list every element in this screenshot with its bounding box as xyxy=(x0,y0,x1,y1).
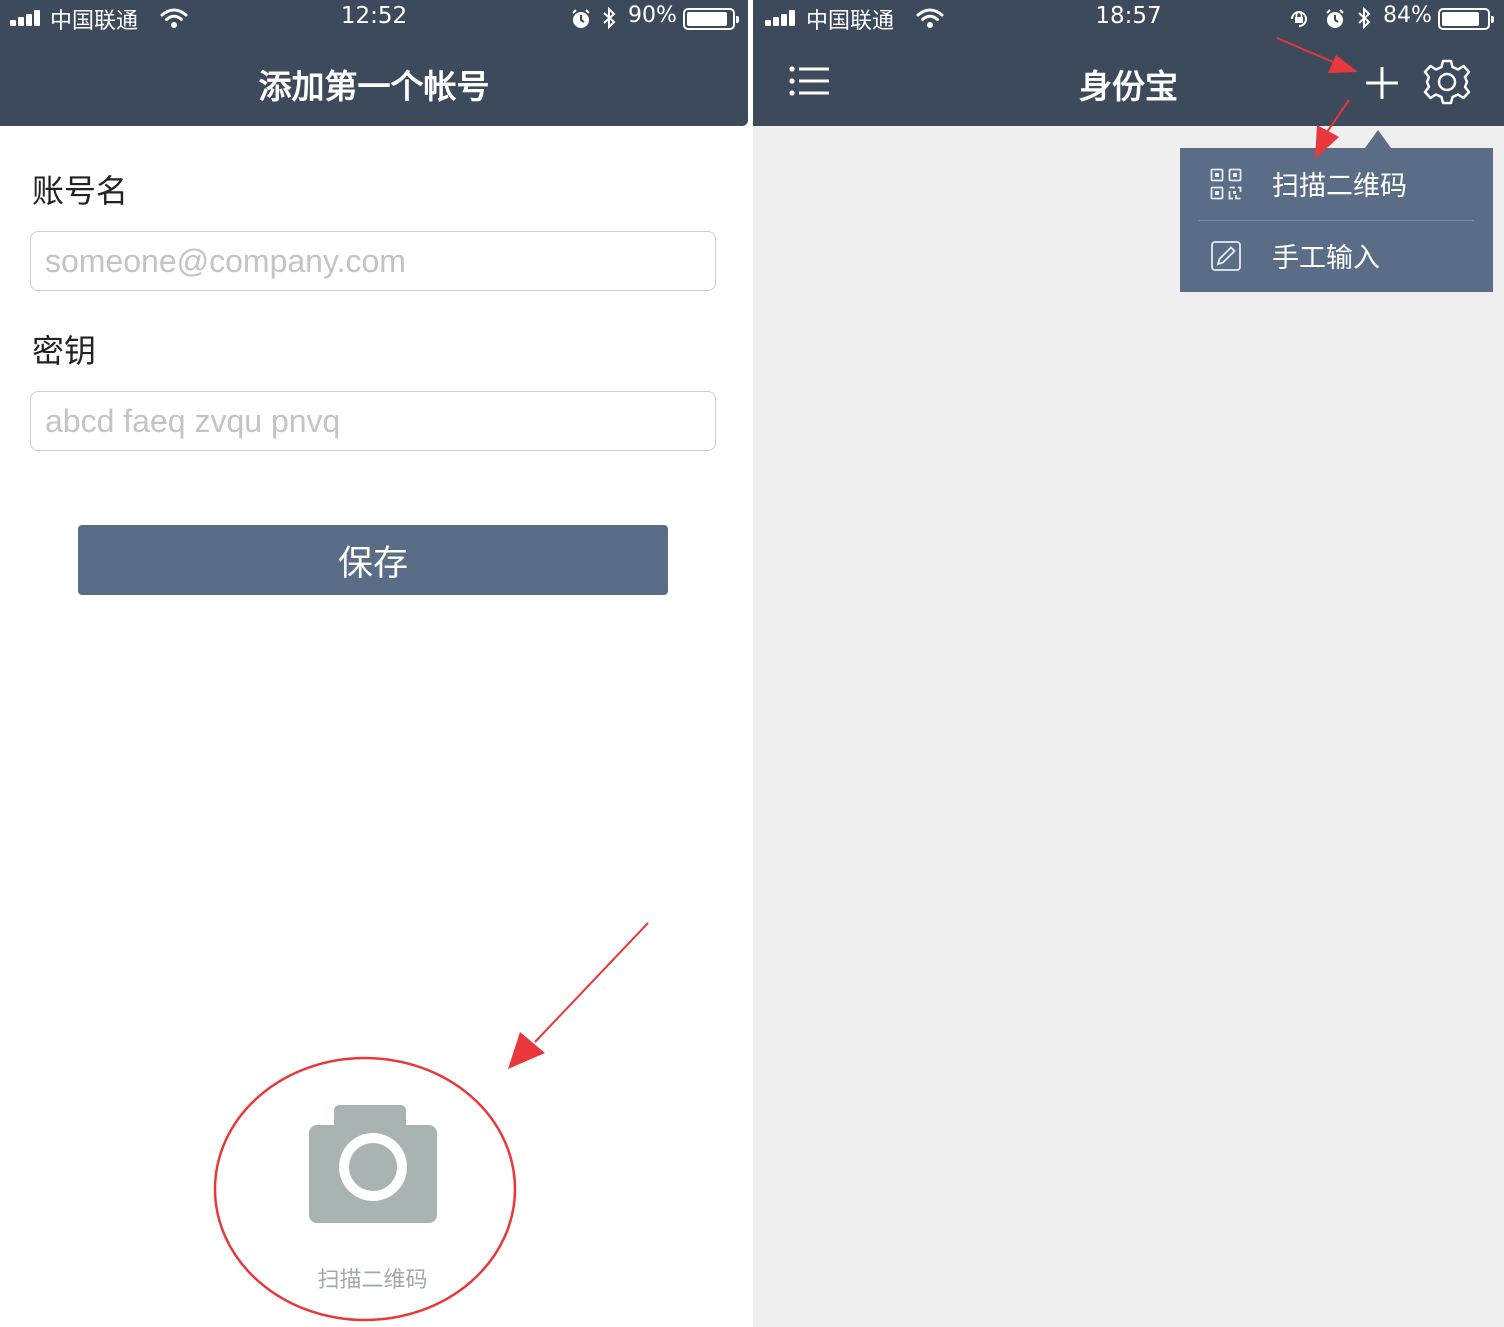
home-screen: 中国联通 18:57 84% 身份宝 扫描二维码 手工输入 xyxy=(753,0,1504,1327)
account-name-input[interactable] xyxy=(30,231,716,291)
annotation-arrow-line xyxy=(534,922,649,1043)
qr-code-icon xyxy=(1210,168,1242,200)
menu-item-scan-qr[interactable]: 扫描二维码 xyxy=(1180,148,1493,220)
camera-icon xyxy=(309,1105,437,1223)
save-button[interactable]: 保存 xyxy=(78,525,668,595)
menu-item-label: 扫描二维码 xyxy=(1272,171,1407,202)
page-title: 添加第一个帐号 xyxy=(258,67,490,106)
account-name-label: 账号名 xyxy=(32,172,129,210)
bluetooth-icon xyxy=(603,6,616,30)
gear-icon[interactable] xyxy=(1423,58,1471,106)
scan-qr-label: 扫描二维码 xyxy=(317,1268,428,1293)
annotation-arrowhead xyxy=(508,1032,545,1069)
plus-icon[interactable] xyxy=(1365,66,1399,100)
battery-percentage: 90% xyxy=(628,3,677,28)
add-account-popup-menu: 扫描二维码 手工输入 xyxy=(1180,148,1493,292)
add-account-screen: 中国联通 12:52 90% 添加第一个帐号 账号名 密钥 保存 xyxy=(0,0,748,1327)
secret-key-label: 密钥 xyxy=(32,332,97,370)
menu-item-manual-entry[interactable]: 手工输入 xyxy=(1180,220,1493,292)
status-bar: 中国联通 12:52 90% xyxy=(0,0,748,36)
navigation-bar: 中国联通 18:57 84% 身份宝 xyxy=(753,0,1504,126)
status-bar: 中国联通 18:57 84% xyxy=(753,0,1504,36)
battery-icon xyxy=(683,8,739,30)
menu-item-label: 手工输入 xyxy=(1272,243,1380,274)
alarm-icon xyxy=(572,9,590,28)
rotation-lock-icon xyxy=(1291,11,1307,27)
battery-icon xyxy=(1438,8,1494,30)
secret-key-input[interactable] xyxy=(30,391,716,451)
alarm-icon xyxy=(1326,9,1344,28)
bluetooth-icon xyxy=(1358,6,1371,30)
popup-pointer xyxy=(1365,130,1391,148)
navigation-bar: 中国联通 12:52 90% 添加第一个帐号 xyxy=(0,0,748,126)
battery-percentage: 84% xyxy=(1383,3,1432,28)
edit-icon xyxy=(1211,241,1241,271)
